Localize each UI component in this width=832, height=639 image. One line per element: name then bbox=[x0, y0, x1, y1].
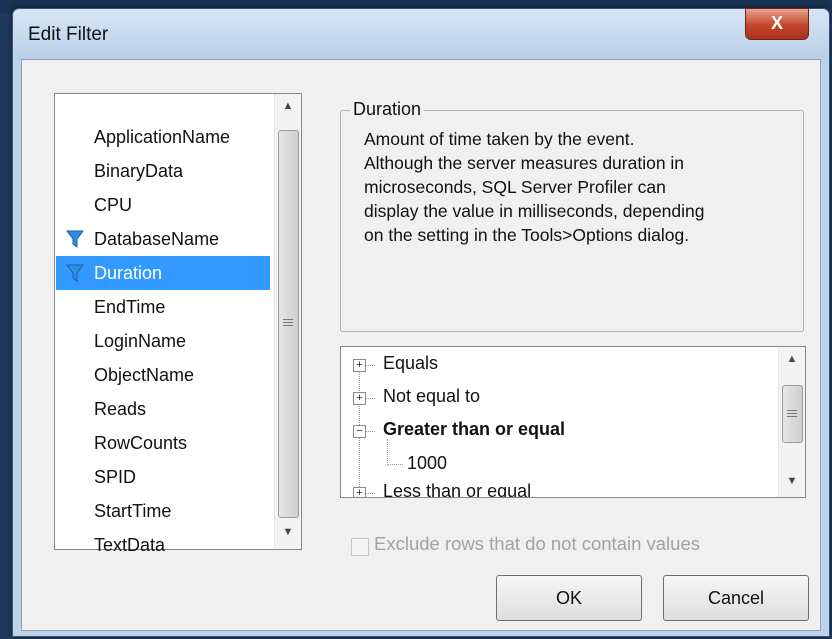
field-item-label: BinaryData bbox=[94, 161, 184, 181]
description-line: Amount of time taken by the event. bbox=[364, 129, 635, 149]
field-item-label: ApplicationName bbox=[94, 127, 231, 147]
dialog-client-area: ApplicationName BinaryData CPU DatabaseName… bbox=[21, 59, 821, 631]
funnel-icon bbox=[66, 230, 84, 248]
description-line: microseconds, SQL Server Profiler can bbox=[364, 177, 666, 197]
description-line: on the setting in the Tools>Options dial… bbox=[364, 225, 690, 245]
expand-icon[interactable]: + bbox=[353, 359, 366, 372]
dialog-title: Edit Filter bbox=[28, 24, 109, 45]
cancel-button[interactable]: Cancel bbox=[663, 575, 809, 621]
tree-node-not-equal[interactable]: Not equal to bbox=[383, 386, 480, 407]
tree-node-value-1000[interactable]: 1000 bbox=[407, 453, 447, 474]
field-item-label: Reads bbox=[94, 399, 147, 419]
field-item-objectname[interactable]: ObjectName bbox=[56, 358, 270, 392]
field-item-spid[interactable]: SPID bbox=[56, 460, 270, 494]
edit-filter-dialog: Edit Filter X ApplicationName BinaryData C… bbox=[12, 8, 830, 637]
column-list[interactable]: ApplicationName BinaryData CPU DatabaseName… bbox=[54, 93, 302, 555]
expand-icon[interactable]: + bbox=[353, 487, 366, 497]
exclude-rows-checkbox[interactable] bbox=[351, 538, 369, 556]
expand-icon[interactable]: + bbox=[353, 392, 366, 405]
scroll-down-arrow-icon[interactable]: ▼ bbox=[275, 526, 301, 538]
field-item-binarydata[interactable]: BinaryData bbox=[56, 154, 270, 188]
field-item-label: LoginName bbox=[94, 331, 187, 351]
title-bar[interactable]: Edit Filter X bbox=[13, 8, 829, 59]
operator-tree[interactable]: + Equals + Not equal to − Greater than o… bbox=[340, 346, 806, 498]
field-item-textdata[interactable]: TextData bbox=[56, 528, 270, 562]
description-title: Duration bbox=[350, 99, 425, 120]
tree-node-less-equal[interactable]: Less than or equal bbox=[383, 481, 531, 497]
description-line: display the value in milliseconds, depen… bbox=[364, 201, 705, 221]
field-item-label: Duration bbox=[94, 263, 163, 283]
column-list-scrollbar[interactable]: ▲ ▼ bbox=[274, 94, 301, 549]
field-item-label: SPID bbox=[94, 467, 137, 487]
field-item-label: RowCounts bbox=[94, 433, 188, 453]
scroll-down-arrow-icon[interactable]: ▼ bbox=[779, 475, 805, 487]
exclude-rows-label: Exclude rows that do not contain values bbox=[374, 533, 700, 554]
tree-node-greater-equal[interactable]: Greater than or equal bbox=[383, 419, 565, 440]
collapse-icon[interactable]: − bbox=[353, 425, 366, 438]
field-item-cpu[interactable]: CPU bbox=[56, 188, 270, 222]
tree-scrollbar[interactable]: ▲ ▼ bbox=[778, 347, 805, 497]
field-item-label: TextData bbox=[94, 535, 166, 555]
field-item-label: EndTime bbox=[94, 297, 166, 317]
ok-button[interactable]: OK bbox=[496, 575, 642, 621]
tree-node-equals[interactable]: Equals bbox=[383, 353, 438, 374]
field-item-label: ObjectName bbox=[94, 365, 195, 385]
field-item-duration[interactable]: Duration bbox=[56, 256, 270, 290]
field-item-reads[interactable]: Reads bbox=[56, 392, 270, 426]
field-item-label: DatabaseName bbox=[94, 229, 220, 249]
field-item-databasename[interactable]: DatabaseName bbox=[56, 222, 270, 256]
description-line: Although the server measures duration in bbox=[364, 153, 685, 173]
scroll-up-arrow-icon[interactable]: ▲ bbox=[275, 100, 301, 112]
field-item-endtime[interactable]: EndTime bbox=[56, 290, 270, 324]
funnel-icon bbox=[66, 264, 84, 282]
close-button[interactable]: X bbox=[745, 8, 809, 40]
field-item-label: StartTime bbox=[94, 501, 172, 521]
field-item-rowcounts[interactable]: RowCounts bbox=[56, 426, 270, 460]
field-item-loginname[interactable]: LoginName bbox=[56, 324, 270, 358]
field-item-starttime[interactable]: StartTime bbox=[56, 494, 270, 528]
scroll-up-arrow-icon[interactable]: ▲ bbox=[779, 353, 805, 365]
field-item-label: CPU bbox=[94, 195, 133, 215]
field-item-applicationname[interactable]: ApplicationName bbox=[56, 120, 270, 154]
scroll-thumb[interactable] bbox=[782, 385, 803, 443]
scroll-thumb[interactable] bbox=[278, 130, 299, 518]
description-text: Amount of time taken by the event. Altho… bbox=[364, 127, 794, 247]
